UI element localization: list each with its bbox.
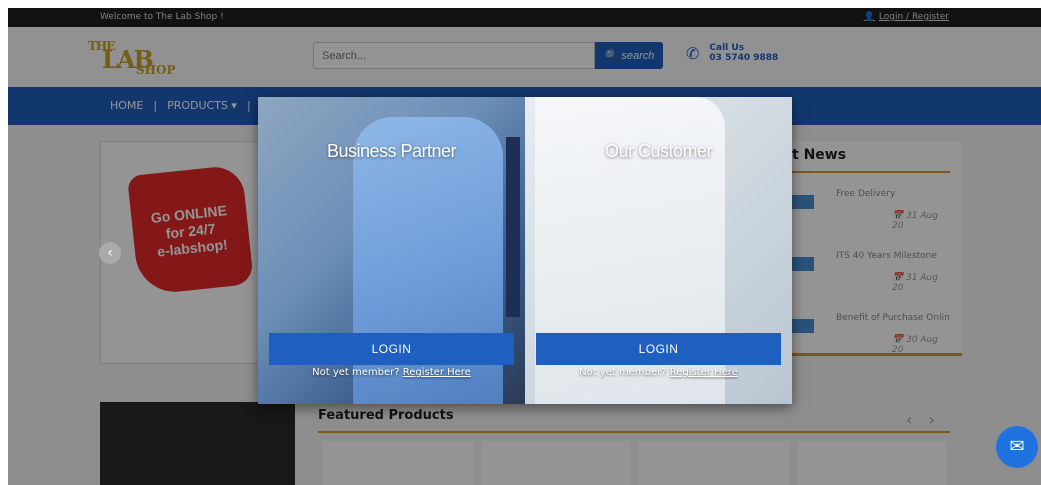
customer-title: Our Customer xyxy=(604,141,713,161)
customer-login-button[interactable]: LOGIN xyxy=(536,333,781,365)
partner-register-link[interactable]: Register Here xyxy=(403,367,471,378)
business-partner-panel: Business Partner LOGIN Not yet member? R… xyxy=(258,97,525,404)
login-modal: Business Partner LOGIN Not yet member? R… xyxy=(258,97,792,404)
tie-shape xyxy=(506,137,520,317)
partner-not-member-text: Not yet member? xyxy=(312,367,400,378)
customer-register-link[interactable]: Register Here xyxy=(670,367,738,378)
business-partner-title: Business Partner xyxy=(326,141,457,161)
partner-login-button[interactable]: LOGIN xyxy=(269,333,514,365)
envelope-chat-icon[interactable]: ✉ xyxy=(996,426,1038,468)
customer-not-member-text: Not yet member? xyxy=(579,367,667,378)
carousel-prev-icon[interactable]: ‹ xyxy=(99,242,121,264)
partner-register-prompt: Not yet member? Register Here xyxy=(258,367,525,378)
customer-panel: Our Customer LOGIN Not yet member? Regis… xyxy=(525,97,792,404)
customer-register-prompt: Not yet member? Register Here xyxy=(525,367,792,378)
